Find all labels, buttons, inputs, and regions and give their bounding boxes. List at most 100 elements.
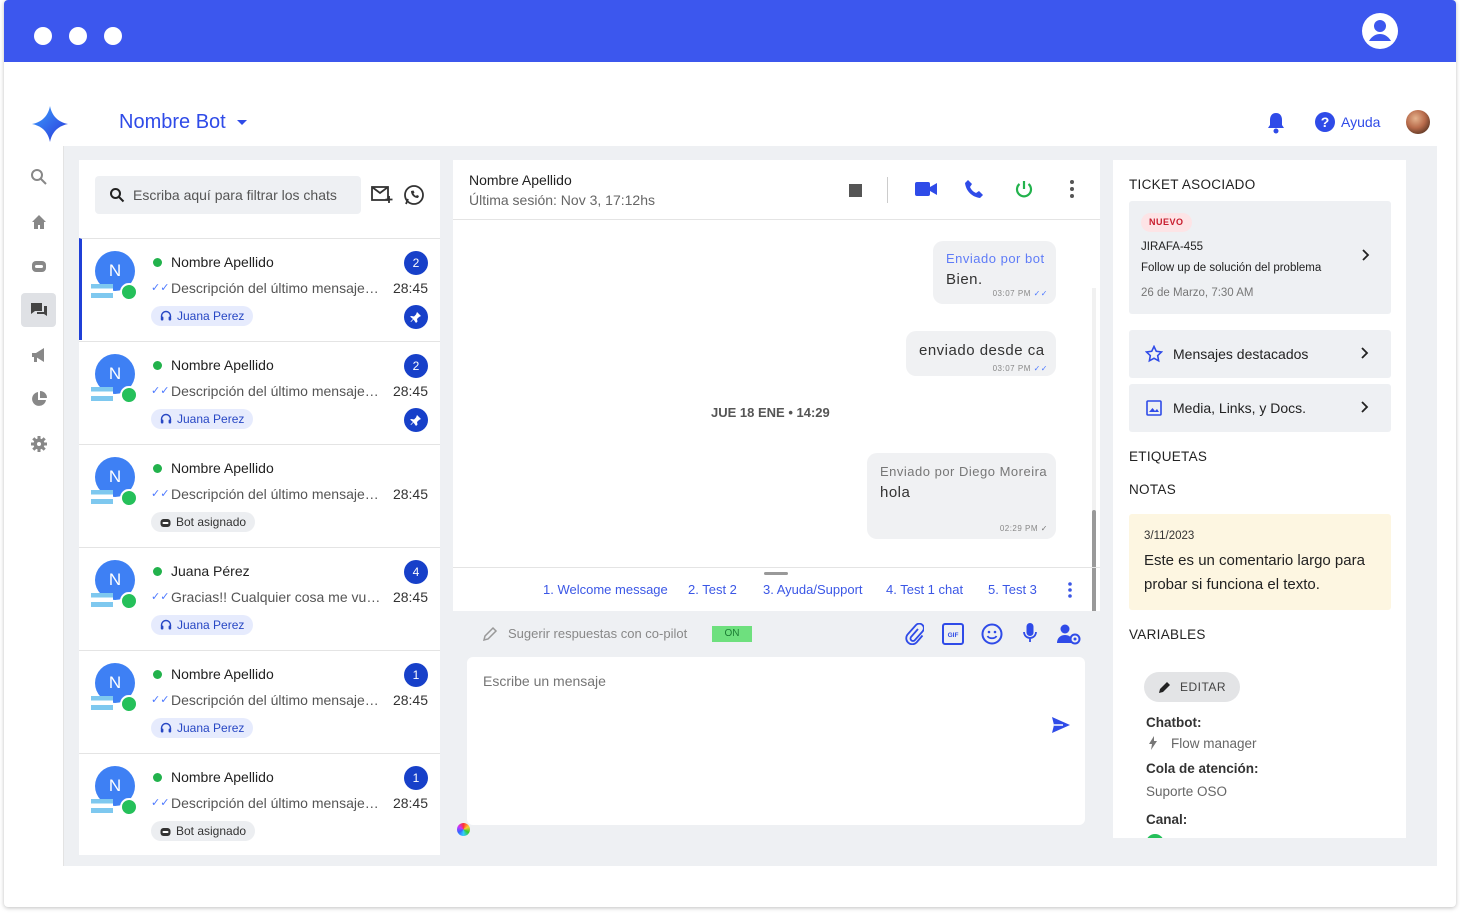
sidebar-item-bots[interactable]: [21, 249, 56, 283]
assignee-chip[interactable]: Juana Perez: [151, 306, 254, 326]
chat-list-item[interactable]: N Nombre Apellido ✓✓ Descripción del último…: [79, 444, 440, 546]
notification-bell-icon[interactable]: [1265, 111, 1287, 135]
online-status-dot: [153, 258, 162, 267]
emoji-icon[interactable]: [981, 623, 1003, 645]
assignee-chip[interactable]: Bot asignado: [151, 512, 256, 532]
more-vertical-icon[interactable]: [1068, 582, 1072, 598]
whatsapp-icon: [120, 283, 138, 301]
assignee-chip[interactable]: Juana Perez: [151, 718, 254, 738]
send-icon[interactable]: [1051, 716, 1071, 734]
chevron-down-icon[interactable]: [237, 120, 247, 125]
pin-button[interactable]: [404, 408, 428, 432]
quick-reply[interactable]: 2. Test 2: [688, 582, 737, 597]
media-links-docs-button[interactable]: Media, Links, y Docs.: [1129, 384, 1391, 432]
last-message-preview: Descripción del último mensaje del chat: [171, 795, 381, 811]
window-dot-minimize[interactable]: [69, 27, 87, 45]
chat-list-item[interactable]: N Nombre Apellido ✓✓ Descripción del último…: [79, 650, 440, 752]
chat-list-item[interactable]: N Nombre Apellido ✓✓ Descripción del último…: [79, 753, 440, 855]
bot-icon: [31, 261, 46, 272]
ticket-card[interactable]: NUEVO JIRAFA-455 Follow up de solución d…: [1129, 201, 1391, 314]
sidebar-item-reports[interactable]: [21, 382, 56, 416]
window-dot-close[interactable]: [34, 27, 52, 45]
double-check-icon: ✓✓: [151, 797, 170, 809]
megaphone-icon: [31, 348, 44, 362]
country-flag-icon: [91, 799, 113, 813]
details-panel: TICKET ASOCIADO NUEVO JIRAFA-455 Follow …: [1113, 160, 1406, 838]
message-input[interactable]: [483, 673, 1003, 689]
country-flag-icon: [91, 593, 113, 607]
chat-list-panel: Escriba aquí para filtrar los chats N Nom…: [79, 160, 440, 855]
unread-count-badge: 1: [404, 766, 428, 790]
chat-list-item[interactable]: N Nombre Apellido ✓✓ Descripción del último…: [79, 238, 440, 340]
edit-variables-button[interactable]: EDITAR: [1144, 672, 1240, 702]
sidebar-item-settings[interactable]: [21, 427, 56, 461]
stop-icon[interactable]: [849, 184, 862, 197]
message-time: 03:07 PM ✓✓: [992, 289, 1048, 298]
color-wheel-icon[interactable]: [457, 823, 470, 836]
starred-messages-button[interactable]: Mensajes destacados: [1129, 330, 1391, 378]
whatsapp-icon: [120, 489, 138, 507]
sidebar-item-home[interactable]: [21, 205, 56, 239]
whatsapp-icon: [1146, 834, 1164, 838]
user-account-icon[interactable]: [1361, 12, 1399, 50]
copilot-bar: Sugerir respuestas con co-pilot ON GIF: [453, 611, 1100, 657]
message-time: 28:45: [392, 795, 428, 811]
contact-name: Nombre Apellido: [171, 254, 274, 270]
app-logo-icon[interactable]: [30, 104, 70, 144]
bot-selector[interactable]: Nombre Bot: [119, 111, 226, 134]
assignee-chip[interactable]: Juana Perez: [151, 409, 254, 429]
message-bubble[interactable]: Enviado por bot Bien. 03:07 PM ✓✓: [933, 241, 1056, 304]
phone-call-icon[interactable]: [964, 179, 984, 199]
chat-list-item[interactable]: N Nombre Apellido ✓✓ Descripción del último…: [79, 341, 440, 443]
sidebar-item-search[interactable]: [21, 160, 56, 194]
assignee-label: Juana Perez: [177, 618, 245, 632]
lightning-icon: [1149, 736, 1157, 750]
header-divider: [887, 177, 888, 203]
quick-reply[interactable]: 4. Test 1 chat: [886, 582, 963, 597]
copilot-toggle[interactable]: ON: [712, 626, 752, 642]
sidebar-item-chats[interactable]: [21, 293, 56, 327]
note-card[interactable]: 3/11/2023 Este es un comentario largo pa…: [1129, 514, 1391, 610]
message-bubble[interactable]: enviado desde ca 03:07 PM ✓✓: [906, 331, 1056, 376]
chat-list-item[interactable]: N Juana Pérez ✓✓ Gracias!! Cualquier cosa m…: [79, 547, 440, 649]
message-sender: Enviado por bot: [946, 251, 1045, 266]
microphone-icon[interactable]: [1023, 622, 1037, 644]
video-call-icon[interactable]: [914, 180, 938, 198]
search-placeholder: Escriba aquí para filtrar los chats: [133, 187, 337, 203]
gif-icon[interactable]: GIF: [942, 623, 964, 645]
online-status-dot: [153, 670, 162, 679]
contact-name: Nombre Apellido: [171, 769, 274, 785]
pencil-sparkle-icon: [482, 626, 498, 642]
pin-button[interactable]: [404, 305, 428, 329]
resize-handle[interactable]: [764, 572, 788, 575]
last-message-preview: Descripción del último mensaje del chat: [171, 692, 381, 708]
sidebar-item-campaigns[interactable]: [21, 338, 56, 372]
assignee-chip[interactable]: Bot asignado: [151, 821, 256, 841]
power-icon[interactable]: [1014, 179, 1034, 199]
window-dot-maximize[interactable]: [104, 27, 122, 45]
quick-reply[interactable]: 3. Ayuda/Support: [763, 582, 863, 597]
help-label: Ayuda: [1341, 114, 1381, 130]
assign-agent-icon[interactable]: [1057, 623, 1081, 645]
last-session: Última sesión: Nov 3, 17:12hs: [469, 192, 655, 208]
more-vertical-icon[interactable]: [1070, 180, 1074, 198]
chat-filter-search[interactable]: Escriba aquí para filtrar los chats: [95, 176, 361, 214]
message-bubble[interactable]: Enviado por Diego Moreira hola 02:29 PM …: [867, 453, 1056, 539]
quick-reply[interactable]: 1. Welcome message: [543, 582, 668, 597]
last-message-preview: Descripción del último mensaje del chat: [171, 280, 381, 296]
avatar[interactable]: [1406, 110, 1430, 134]
headset-icon: [160, 619, 172, 630]
assignee-chip[interactable]: Juana Perez: [151, 615, 254, 635]
unread-count-badge: 2: [404, 354, 428, 378]
new-email-icon[interactable]: [371, 184, 393, 204]
attach-icon[interactable]: [904, 623, 924, 645]
quick-reply[interactable]: 5. Test 3: [988, 582, 1037, 597]
double-check-icon: ✓✓: [151, 385, 170, 397]
help-link[interactable]: ? Ayuda: [1315, 112, 1380, 132]
contact-name: Nombre Apellido: [171, 460, 274, 476]
message-time: 28:45: [392, 383, 428, 399]
last-message-preview: Descripción del último mensaje del chat: [171, 486, 381, 502]
star-icon: [1145, 345, 1163, 363]
starred-messages-label: Mensajes destacados: [1173, 346, 1309, 362]
whatsapp-icon[interactable]: [403, 184, 425, 206]
